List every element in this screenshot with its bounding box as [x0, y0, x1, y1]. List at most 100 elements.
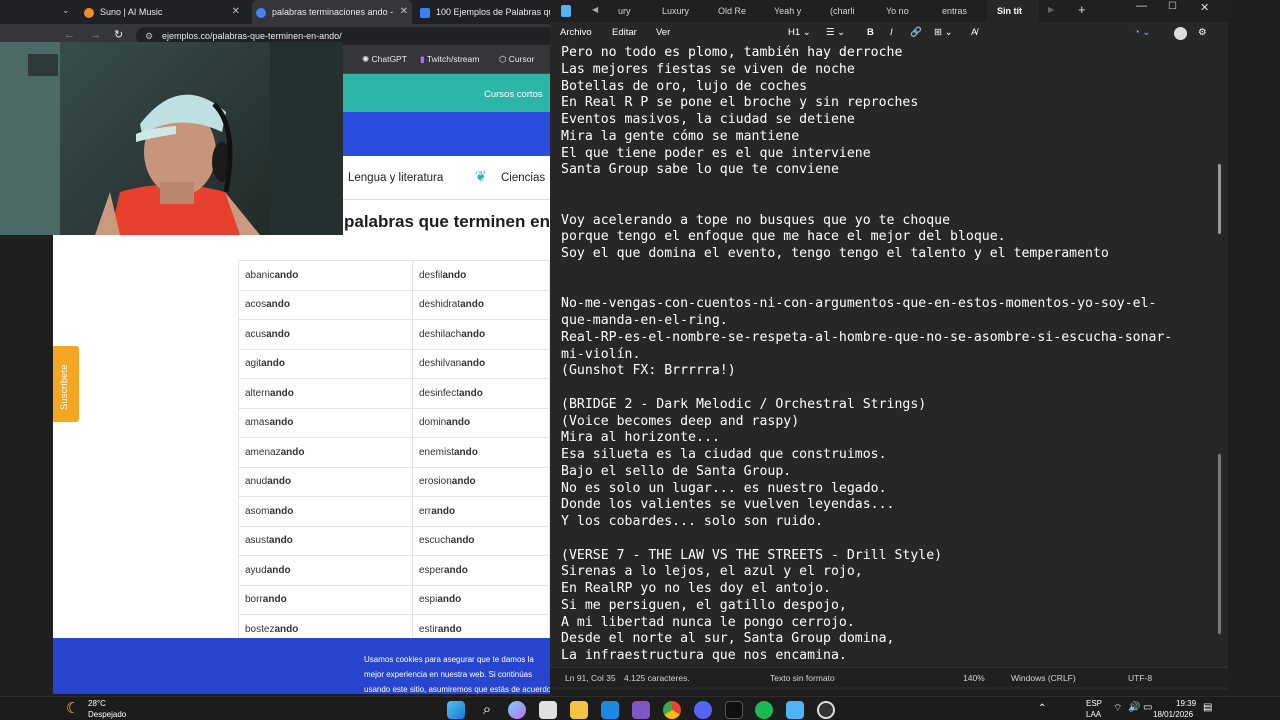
text-line: [561, 196, 1211, 213]
visual-studio-icon[interactable]: [632, 701, 650, 719]
text-line: (VERSE 7 - THE LAW VS THE STREETS - Dril…: [561, 547, 943, 563]
chrome-icon[interactable]: [663, 701, 681, 719]
ejemplos-favicon-icon: [420, 7, 430, 18]
bookmark-chatgpt[interactable]: ✺ ChatGPT: [362, 54, 407, 65]
word-stem: acos: [245, 299, 267, 311]
notepad-tab-label: ury: [618, 6, 631, 16]
word-stem: ayud: [245, 564, 267, 576]
text-line: [561, 280, 1211, 297]
menu-editar[interactable]: Editar: [612, 22, 637, 44]
notepad-tab[interactable]: Yo no: [876, 0, 928, 22]
word-cell: agitando: [238, 348, 413, 379]
text-line: (BRIDGE 2 - Dark Melodic / Orchestral St…: [561, 396, 927, 412]
close-icon[interactable]: ✕: [232, 0, 240, 24]
clear-format-icon[interactable]: A̸: [971, 22, 977, 44]
menu-ver[interactable]: Ver: [656, 22, 670, 44]
category-lengua[interactable]: Lengua y literatura: [348, 172, 443, 184]
copilot-icon[interactable]: [508, 701, 526, 719]
text-format[interactable]: Texto sin formato: [770, 668, 835, 688]
minimize-icon[interactable]: —: [1136, 0, 1147, 12]
close-window-icon[interactable]: ✕: [1200, 1, 1209, 14]
maximize-icon[interactable]: ☐: [1168, 1, 1177, 12]
account-avatar[interactable]: [1174, 27, 1187, 40]
notepad-tab[interactable]: entras: [932, 0, 984, 22]
word-suffix: ando: [459, 387, 483, 399]
scrollbar-track-mark: [1218, 454, 1221, 634]
suno-favicon-icon: [84, 7, 94, 18]
bold-icon[interactable]: B: [867, 22, 874, 44]
weather-temp[interactable]: 28°C: [88, 699, 106, 708]
word-suffix: ando: [437, 623, 462, 635]
weather-desc[interactable]: Despejado: [88, 710, 126, 719]
bookmark-cursor[interactable]: ⬡ Cursor: [499, 54, 534, 65]
text-line: Real-RP-es-el-nombre-se-respeta-al-hombr…: [561, 329, 1173, 345]
file-explorer-icon[interactable]: [570, 701, 588, 719]
menu-archivo[interactable]: Archivo: [560, 22, 592, 44]
search-icon[interactable]: ⌕: [478, 701, 496, 719]
notepad-tab-label: Luxury: [662, 6, 690, 16]
category-nav: Lengua y literatura ❦ Ciencias: [343, 156, 550, 200]
settings-gear-icon[interactable]: ⚙: [1198, 22, 1207, 44]
top-link[interactable]: Cursos cortos: [484, 89, 543, 100]
notepad-tab[interactable]: ury: [608, 0, 648, 22]
browser-tab-suno[interactable]: Suno | AI Music ✕: [84, 0, 244, 24]
notepad-tab[interactable]: Luxury: [652, 0, 704, 22]
notepad-tab[interactable]: (charli: [820, 0, 872, 22]
tab-search-icon[interactable]: ⌄: [62, 5, 70, 16]
list-icon[interactable]: ☰ ⌄: [826, 22, 845, 44]
word-cell: deshilvanando: [411, 348, 550, 379]
battery-icon[interactable]: ▭: [1143, 702, 1152, 713]
bookmark-label: ChatGPT: [371, 54, 407, 64]
notifications-icon[interactable]: ▤: [1203, 702, 1212, 713]
task-view-icon[interactable]: [539, 701, 557, 719]
text-line: No-me-vengas-con-cuentos-ni-con-argument…: [561, 296, 1157, 312]
notepad-tab[interactable]: Sin tít: [987, 0, 1039, 22]
table-icon[interactable]: ⊞ ⌄: [934, 22, 953, 44]
scroll-tabs-left-icon[interactable]: ◀: [592, 5, 598, 14]
bookmark-twitch[interactable]: ▮ Twitch/stream: [420, 54, 479, 65]
windows-start-icon[interactable]: [447, 701, 465, 719]
notepad-tab-label: Yo no: [886, 6, 909, 16]
speaker-icon[interactable]: 🔊: [1128, 702, 1140, 713]
discord-icon[interactable]: [694, 701, 712, 719]
browser-tab-google[interactable]: palabras terminaciones ando - ✕: [252, 0, 412, 24]
notepad-tab[interactable]: Old Re: [708, 0, 760, 22]
forward-icon[interactable]: →: [90, 29, 101, 41]
browser-tab-ejemplos[interactable]: 100 Ejemplos de Palabras que: [420, 0, 560, 24]
scroll-tabs-right-icon[interactable]: ▶: [1048, 5, 1054, 14]
italic-icon[interactable]: I: [890, 22, 893, 44]
encoding[interactable]: UTF-8: [1128, 668, 1152, 688]
language-indicator[interactable]: ESP: [1086, 699, 1102, 708]
new-tab-icon[interactable]: +: [1078, 2, 1086, 17]
line-ending[interactable]: Windows (CRLF): [1011, 668, 1076, 688]
word-cell: enemistando: [411, 437, 550, 468]
heading-select[interactable]: H1 ⌄: [788, 22, 811, 44]
wifi-icon[interactable]: ⌔: [1113, 702, 1122, 715]
vertical-scrollbar[interactable]: [1218, 44, 1222, 664]
weather-moon-icon[interactable]: ☾: [66, 699, 79, 717]
clock-time[interactable]: 19:39: [1176, 699, 1196, 708]
copilot-icon[interactable]: ◔ ⌄: [1134, 22, 1150, 44]
word-stem: agit: [245, 358, 262, 370]
obs-icon[interactable]: [817, 701, 835, 719]
close-icon[interactable]: ✕: [400, 0, 408, 24]
show-hidden-icons[interactable]: ⌃: [1038, 703, 1046, 714]
clock-date[interactable]: 18/01/2026: [1153, 710, 1193, 719]
language-layout[interactable]: LAA: [1086, 710, 1101, 719]
capcut-icon[interactable]: [725, 701, 743, 719]
link-icon[interactable]: 🔗: [910, 22, 922, 44]
text-line: porque tengo el enfoque que me hace el m…: [561, 229, 1006, 245]
subscribe-button[interactable]: Suscríbete: [53, 346, 79, 422]
text-line: Si me persiguen, el gatillo despojo,: [561, 597, 847, 613]
notepad-tab[interactable]: Yeah y: [764, 0, 816, 22]
word-suffix: ando: [266, 299, 291, 311]
notepad-taskbar-icon[interactable]: [786, 701, 804, 719]
back-icon[interactable]: ←: [64, 29, 75, 41]
vscode-icon[interactable]: [601, 701, 619, 719]
notepad-text-area[interactable]: Pero no todo es plomo, también hay derro…: [561, 45, 1211, 667]
spotify-icon[interactable]: [755, 701, 773, 719]
category-ciencias[interactable]: Ciencias: [501, 172, 545, 184]
reload-icon[interactable]: ↻: [114, 28, 123, 41]
scrollbar-thumb[interactable]: [1218, 164, 1221, 234]
zoom-level[interactable]: 140%: [963, 668, 985, 688]
